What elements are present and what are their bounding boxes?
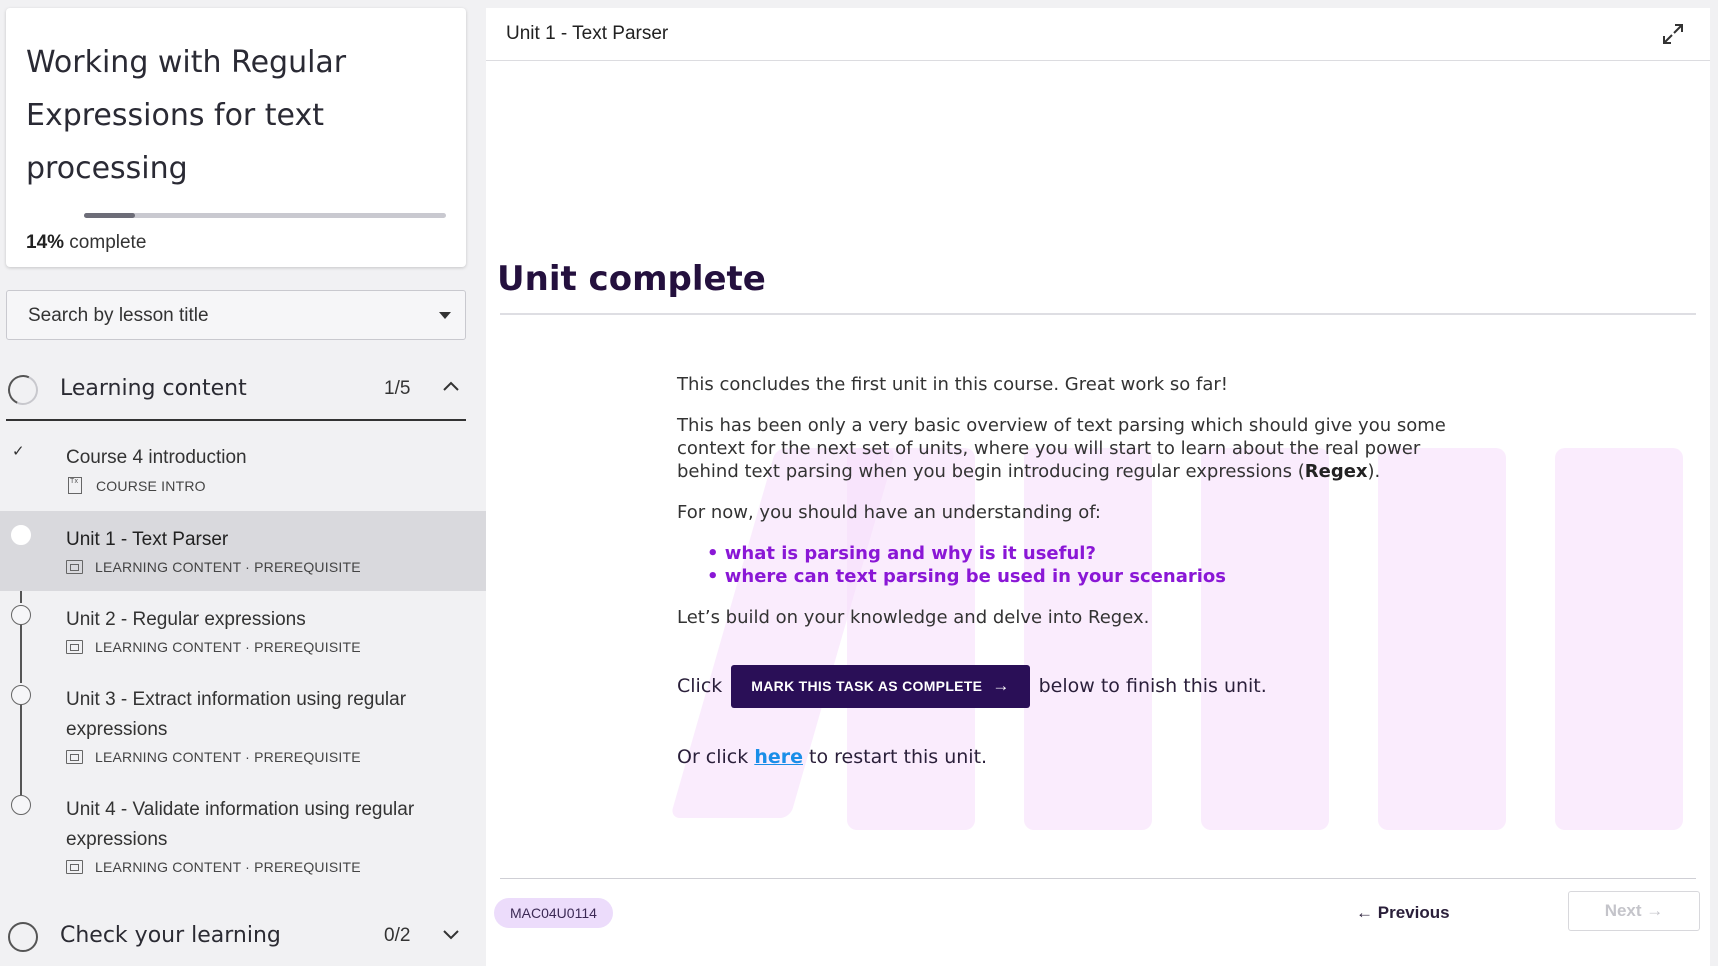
next-button[interactable]: Next → [1568, 891, 1700, 931]
lesson-title: Unit 1 - Text Parser [66, 529, 229, 550]
learning-points-list: what is parsing and why is it useful? wh… [707, 542, 1477, 588]
restart-link[interactable]: here [754, 746, 803, 768]
mark-complete-button[interactable]: MARK THIS TASK AS COMPLETE → [731, 664, 1030, 708]
current-lesson-icon [11, 525, 31, 545]
document-icon [68, 477, 82, 494]
expand-fullscreen-icon[interactable] [1662, 23, 1684, 45]
progress-text: 14% complete [26, 232, 146, 254]
lesson-type: LEARNING CONTENT · PREREQUISITE [95, 639, 361, 655]
lesson-item-unit-2[interactable]: Unit 2 - Regular expressions LEARNING CO… [0, 591, 486, 671]
incomplete-circle-icon [11, 605, 31, 625]
section-label: Learning content [60, 376, 247, 401]
unit-complete-heading: Unit complete [497, 259, 766, 299]
previous-button[interactable]: ← Previous [1356, 895, 1450, 931]
lesson-item-unit-4[interactable]: Unit 4 - Validate information using regu… [0, 781, 486, 891]
course-sidebar: Working with Regular Expressions for tex… [0, 0, 486, 966]
course-title: Working with Regular Expressions for tex… [26, 45, 347, 186]
lesson-meta: LEARNING CONTENT · PREREQUISITE [66, 859, 361, 875]
section-divider [6, 419, 466, 421]
unit-header-bar: Unit 1 - Text Parser [486, 8, 1710, 61]
restart-prefix: Or click [677, 746, 755, 768]
progress-percent: 14% [26, 232, 65, 253]
lesson-item-unit-3[interactable]: Unit 3 - Extract information using regul… [0, 671, 486, 781]
restart-suffix: to restart this unit. [802, 746, 988, 768]
chevron-up-icon[interactable] [442, 378, 460, 396]
click-prefix: Click [677, 675, 723, 697]
next-label: Next [1604, 901, 1642, 920]
complete-instruction: Click MARK THIS TASK AS COMPLETE → below… [677, 664, 1267, 708]
screen-icon [66, 750, 83, 764]
arrow-right-icon: → [992, 676, 1010, 695]
lesson-title: Unit 4 - Validate information using regu… [66, 799, 415, 850]
empty-progress-icon [8, 922, 38, 952]
progress-suffix: complete [64, 232, 147, 253]
lesson-title: Unit 2 - Regular expressions [66, 609, 306, 630]
paragraph-overview: This has been only a very basic overview… [677, 414, 1477, 483]
lesson-meta: COURSE INTRO [66, 477, 206, 494]
heading-divider [500, 313, 1696, 315]
lesson-item-course-intro[interactable]: ✓ Course 4 introduction COURSE INTRO [0, 432, 486, 510]
lesson-type: LEARNING CONTENT · PREREQUISITE [95, 559, 361, 575]
restart-instruction: Or click here to restart this unit. [677, 746, 987, 768]
unit-code-badge: MAC04U0114 [494, 898, 613, 928]
section-label: Check your learning [60, 923, 281, 948]
incomplete-circle-icon [11, 685, 31, 705]
arrow-right-icon: → [1641, 901, 1664, 920]
lesson-type: COURSE INTRO [96, 478, 206, 494]
partial-progress-icon [3, 370, 43, 410]
checkmark-icon: ✓ [12, 443, 25, 460]
paragraph-conclusion: This concludes the first unit in this co… [677, 374, 1229, 395]
screen-icon [66, 560, 83, 574]
progress-fill [84, 213, 135, 218]
section-learning-content[interactable]: Learning content 1/5 [3, 361, 466, 419]
paragraph-build: Let’s build on your knowledge and delve … [677, 607, 1150, 628]
section-count: 1/5 [384, 378, 411, 399]
learning-point: what is parsing and why is it useful? [707, 542, 1477, 565]
lesson-meta: LEARNING CONTENT · PREREQUISITE [66, 559, 361, 575]
paragraph-understanding: For now, you should have an understandin… [677, 502, 1101, 523]
lesson-type: LEARNING CONTENT · PREREQUISITE [95, 749, 361, 765]
click-suffix: below to finish this unit. [1038, 675, 1267, 697]
previous-label: Previous [1377, 903, 1450, 922]
regex-term: Regex [1304, 461, 1368, 482]
decorative-bar-shape [1555, 448, 1683, 830]
course-card: Working with Regular Expressions for tex… [6, 8, 466, 267]
lesson-title: Course 4 introduction [66, 447, 247, 468]
incomplete-circle-icon [11, 795, 31, 815]
arrow-left-icon: ← [1356, 903, 1378, 922]
learning-point: where can text parsing be used in your s… [707, 565, 1477, 588]
lesson-meta: LEARNING CONTENT · PREREQUISITE [66, 639, 361, 655]
search-placeholder: Search by lesson title [28, 305, 209, 326]
footer-divider [500, 878, 1696, 879]
lesson-meta: LEARNING CONTENT · PREREQUISITE [66, 749, 361, 765]
section-check-your-learning[interactable]: Check your learning 0/2 [6, 908, 466, 966]
lesson-type: LEARNING CONTENT · PREREQUISITE [95, 859, 361, 875]
unit-content-panel: Unit 1 - Text Parser Unit complete This … [486, 8, 1710, 966]
screen-icon [66, 860, 83, 874]
screen-icon [66, 640, 83, 654]
overview-text-end: ). [1367, 461, 1381, 482]
lesson-item-unit-1[interactable]: Unit 1 - Text Parser LEARNING CONTENT · … [0, 511, 486, 591]
mark-complete-label: MARK THIS TASK AS COMPLETE [751, 678, 983, 694]
progress-bar [84, 213, 446, 218]
caret-down-icon [439, 312, 451, 319]
section-count: 0/2 [384, 925, 411, 946]
unit-body: This concludes the first unit in this co… [677, 373, 1477, 647]
chevron-down-icon[interactable] [442, 925, 460, 943]
unit-title: Unit 1 - Text Parser [506, 23, 669, 44]
lesson-title: Unit 3 - Extract information using regul… [66, 689, 407, 740]
lesson-search-dropdown[interactable]: Search by lesson title [6, 290, 466, 340]
